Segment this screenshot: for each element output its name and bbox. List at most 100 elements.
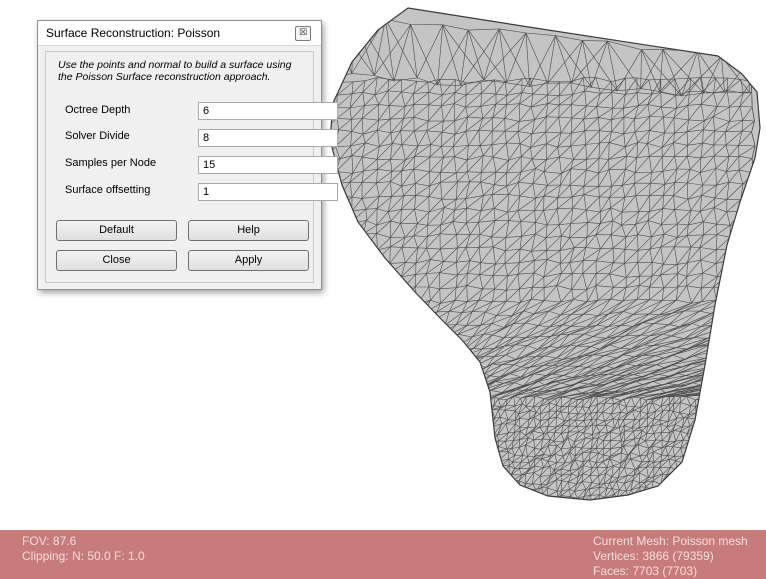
mesh-edge (330, 448, 334, 455)
mesh-edge (455, 357, 476, 367)
mesh-edge (426, 322, 430, 335)
mesh-edge (720, 364, 747, 374)
mesh-edge (347, 335, 360, 340)
mesh-edge (428, 337, 438, 348)
mesh-edge (360, 405, 368, 411)
mesh-edge (330, 276, 338, 287)
mesh-edge (726, 383, 760, 392)
mesh-edge (700, 434, 710, 439)
mesh-edge (350, 246, 352, 261)
mesh-edge (752, 335, 760, 339)
mesh-edge (340, 438, 349, 448)
mesh-edge (343, 404, 353, 408)
mesh-edge (464, 397, 468, 406)
mesh-edge (389, 300, 403, 312)
mesh-edge (470, 447, 474, 454)
mesh-edge (732, 430, 736, 435)
mesh-edge (382, 323, 395, 339)
mesh-edge (389, 417, 395, 429)
mesh-edge (361, 403, 368, 406)
mesh-edge (421, 311, 438, 325)
mesh-edge (735, 416, 741, 426)
mesh-edge (364, 410, 367, 420)
mesh-edge (352, 390, 356, 399)
mesh-edge (353, 438, 362, 442)
mesh-edge (710, 448, 718, 453)
mesh-edge (470, 419, 481, 429)
mesh-edge (746, 356, 756, 359)
mesh-edge (337, 236, 341, 248)
mesh-edge (374, 311, 390, 324)
mesh-edge (375, 263, 391, 278)
mesh-edge (746, 460, 754, 464)
mesh-edge (381, 314, 401, 327)
mesh-edge (396, 432, 398, 442)
mesh-edge (693, 438, 701, 449)
mesh-edge (330, 322, 336, 336)
mesh-edge (324, 300, 325, 313)
mesh-edge (735, 376, 760, 386)
mesh-edge (731, 398, 737, 401)
mesh-edge (749, 430, 754, 441)
mesh-edge (455, 412, 465, 414)
mesh-edge (702, 406, 712, 414)
mesh-edge (749, 404, 751, 411)
mesh-edge (422, 367, 436, 373)
mesh-edge (323, 457, 327, 463)
mesh-edge (724, 393, 760, 397)
mesh-edge (736, 393, 760, 400)
mesh-edge (367, 396, 376, 401)
mesh-edge (407, 466, 415, 468)
mesh-edge (404, 354, 414, 358)
mesh-edge (362, 275, 365, 287)
mesh-edge (759, 417, 760, 426)
mesh-edge (367, 461, 373, 464)
mesh-edge (756, 445, 758, 452)
mesh-edge (733, 356, 747, 358)
mesh-edge (722, 432, 726, 443)
mesh-edge (718, 335, 729, 339)
mesh-edge (449, 354, 454, 367)
mesh-edge (715, 402, 725, 414)
mesh-edge (686, 447, 691, 455)
mesh-edge (378, 452, 388, 455)
mesh-edge (427, 455, 431, 461)
mesh-edge (412, 324, 423, 337)
mesh-edge (477, 445, 480, 453)
mesh-edge (737, 338, 760, 349)
mesh-edge (441, 396, 450, 401)
mesh-edge (366, 455, 369, 464)
mesh-edge (750, 409, 759, 421)
mesh-edge (476, 441, 479, 446)
mesh-edge (355, 383, 358, 391)
mesh-edge (360, 461, 369, 464)
mesh-edge (458, 459, 464, 463)
mesh-edge (428, 335, 448, 348)
mesh-edge (756, 425, 760, 433)
mesh-edge (470, 373, 485, 386)
mesh-edge (739, 432, 746, 442)
mesh-edge (376, 299, 379, 314)
mesh-edge (730, 461, 737, 463)
mesh-edge (347, 315, 350, 324)
mesh-edge (396, 430, 401, 433)
mesh-edge (396, 426, 403, 433)
mesh-edge (414, 410, 417, 419)
mesh-edge (337, 435, 340, 442)
mesh-edge (396, 344, 399, 355)
mesh-edge (375, 438, 380, 443)
mesh-edge (424, 412, 433, 419)
mesh-edge (472, 444, 479, 449)
mesh-edge (710, 364, 747, 375)
mesh-edge (747, 338, 760, 349)
mesh-edge (400, 427, 403, 431)
mesh-edge (463, 447, 473, 456)
mesh-edge (456, 396, 465, 399)
mesh-edge (443, 347, 455, 359)
mesh-edge (690, 447, 694, 449)
mesh-edge (324, 312, 325, 325)
mesh-edge (759, 384, 760, 394)
mesh-edge (335, 356, 338, 368)
mesh-edge (324, 406, 325, 415)
mesh-edge (330, 337, 335, 349)
